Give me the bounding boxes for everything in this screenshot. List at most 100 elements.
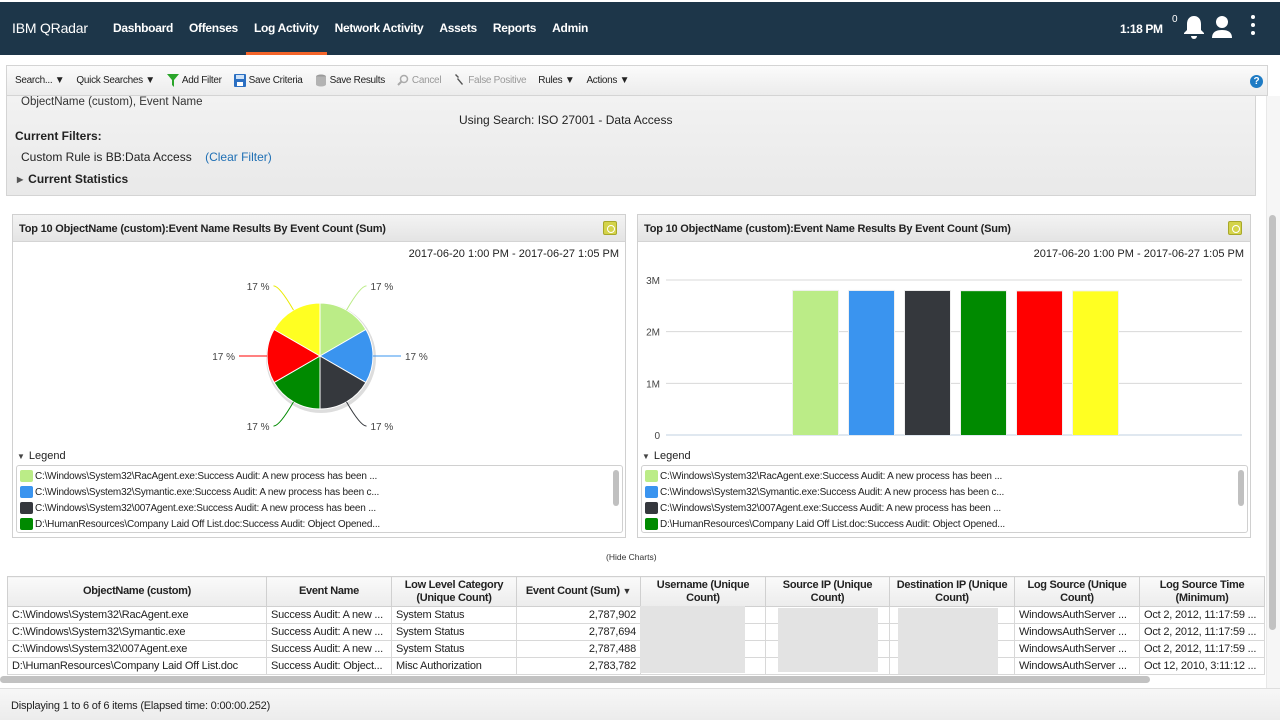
legend-scrollbar[interactable]: [1238, 470, 1244, 506]
bell-icon[interactable]: [1182, 14, 1206, 40]
nav-offenses[interactable]: Offenses: [181, 2, 246, 55]
table-cell: D:\HumanResources\Company Laid Off List.…: [7, 657, 267, 675]
database-icon: [315, 74, 326, 87]
legend-item[interactable]: D:\HumanResources\Company Laid Off List.…: [645, 516, 1244, 532]
table-cell: Oct 2, 2012, 11:17:59 ...: [1139, 640, 1265, 658]
results-table: ObjectName (custom) Event Name Low Level…: [7, 576, 1265, 675]
column-header[interactable]: ObjectName (custom): [7, 576, 267, 607]
current-statistics-toggle[interactable]: ▶ Current Statistics: [17, 172, 128, 186]
legend-swatch: [645, 486, 658, 498]
clear-filter-link[interactable]: (Clear Filter): [205, 150, 272, 164]
y-tick-label: 2M: [646, 328, 660, 339]
table-cell: WindowsAuthServer ...: [1014, 640, 1140, 658]
legend-item[interactable]: C:\Windows\System32\RacAgent.exe:Success…: [645, 468, 1244, 484]
column-header-sorted[interactable]: Event Count (Sum) ▼: [516, 576, 641, 607]
top-nav-bar: IBM QRadar Dashboard Offenses Log Activi…: [0, 0, 1280, 55]
legend-item[interactable]: C:\Windows\System32\RacAgent.exe:Success…: [20, 468, 619, 484]
column-header[interactable]: Username (Unique Count): [640, 576, 766, 607]
table-cell: WindowsAuthServer ...: [1014, 606, 1140, 624]
group-by-columns: ObjectName (custom), Event Name: [21, 96, 203, 108]
bar[interactable]: [849, 290, 894, 435]
table-cell: Success Audit: A new ...: [266, 623, 392, 641]
table-row[interactable]: C:\Windows\System32\007Agent.exe Success …: [7, 640, 1265, 658]
nav-log-activity[interactable]: Log Activity: [245, 2, 327, 55]
false-positive-button[interactable]: False Positive: [453, 74, 527, 87]
bar[interactable]: [905, 290, 950, 435]
bar[interactable]: [961, 291, 1006, 435]
user-icon[interactable]: [1211, 14, 1233, 40]
current-filter: Custom Rule is BB:Data Access (Clear Fil…: [21, 150, 272, 164]
nav-reports[interactable]: Reports: [485, 2, 544, 55]
bar[interactable]: [793, 290, 838, 435]
table-row[interactable]: D:\HumanResources\Company Laid Off List.…: [7, 657, 1265, 675]
legend-item[interactable]: C:\Windows\System32\007Agent.exe:Success…: [645, 500, 1244, 516]
bar[interactable]: [1017, 291, 1062, 435]
redacted-destination-ip-area: [898, 608, 998, 674]
y-tick-label: 3M: [646, 276, 660, 287]
legend-swatch: [645, 518, 658, 530]
y-tick-label: 0: [654, 431, 660, 442]
column-header[interactable]: Low Level Category (Unique Count): [391, 576, 517, 607]
search-menu[interactable]: Search... ▼: [15, 75, 65, 86]
nav-assets[interactable]: Assets: [431, 2, 485, 55]
legend-scrollbar[interactable]: [613, 470, 619, 506]
legend-toggle[interactable]: ▼ Legend: [17, 450, 66, 462]
legend-text: C:\Windows\System32\Symantic.exe:Success…: [660, 486, 1005, 498]
vertical-scrollbar[interactable]: [1269, 215, 1276, 630]
add-filter-button[interactable]: Add Filter: [166, 74, 222, 87]
bar[interactable]: [1073, 291, 1118, 435]
cancel-button[interactable]: Cancel: [397, 74, 442, 87]
horizontal-scrollbar[interactable]: [0, 676, 1150, 683]
pie-data-label: 17 %: [371, 422, 394, 433]
quick-searches-menu[interactable]: Quick Searches ▼: [76, 75, 155, 86]
pie-data-label: 17 %: [212, 352, 235, 363]
table-cell: 2,783,782: [516, 657, 641, 675]
table-cell: C:\Windows\System32\007Agent.exe: [7, 640, 267, 658]
collapse-triangle-icon: ▼: [642, 452, 650, 461]
table-cell: 2,787,694: [516, 623, 641, 641]
pie-data-label: 17 %: [371, 282, 394, 293]
hide-charts-link[interactable]: (Hide Charts): [606, 552, 657, 562]
more-menu-icon[interactable]: [1250, 15, 1256, 39]
table-cell: System Status: [391, 640, 517, 658]
table-cell: WindowsAuthServer ...: [1014, 657, 1140, 675]
product-logo[interactable]: IBM QRadar: [12, 20, 88, 36]
legend-item[interactable]: D:\HumanResources\Company Laid Off List.…: [20, 516, 619, 532]
nav-network-activity[interactable]: Network Activity: [327, 2, 432, 55]
legend-label: Legend: [28, 450, 66, 462]
legend-item[interactable]: C:\Windows\System32\Symantic.exe:Success…: [645, 484, 1244, 500]
pie-chart: 17 % 17 % 17 % 17 % 17 % 17 %: [212, 282, 428, 433]
table-cell: System Status: [391, 606, 517, 624]
pie-data-label: 17 %: [247, 282, 270, 293]
help-icon[interactable]: ?: [1250, 75, 1263, 88]
table-row[interactable]: C:\Windows\System32\Symantic.exe Success …: [7, 623, 1265, 641]
expand-triangle-icon: ▶: [17, 175, 24, 184]
table-row[interactable]: C:\Windows\System32\RacAgent.exe Success …: [7, 606, 1265, 624]
column-header[interactable]: Log Source Time (Minimum): [1139, 576, 1265, 607]
rules-menu[interactable]: Rules ▼: [538, 75, 574, 86]
clock: 1:18 PM: [1120, 22, 1163, 36]
table-cell: Oct 2, 2012, 11:17:59 ...: [1139, 606, 1265, 624]
actions-menu[interactable]: Actions ▼: [586, 75, 629, 86]
nav-dashboard[interactable]: Dashboard: [113, 2, 181, 55]
table-cell: C:\Windows\System32\Symantic.exe: [7, 623, 267, 641]
save-criteria-button[interactable]: Save Criteria: [233, 74, 303, 87]
current-filters-heading: Current Filters:: [15, 129, 102, 143]
legend-text: C:\Windows\System32\007Agent.exe:Success…: [660, 502, 1001, 514]
legend-item[interactable]: C:\Windows\System32\Symantic.exe:Success…: [20, 484, 619, 500]
legend-toggle[interactable]: ▼ Legend: [642, 450, 691, 462]
legend-item[interactable]: C:\Windows\System32\007Agent.exe:Success…: [20, 500, 619, 516]
column-header[interactable]: Log Source (Unique Count): [1014, 576, 1140, 607]
nav-admin[interactable]: Admin: [544, 2, 596, 55]
column-header[interactable]: Source IP (Unique Count): [765, 576, 890, 607]
chart-settings-icon[interactable]: [1228, 221, 1242, 235]
chart-settings-icon[interactable]: [603, 221, 617, 235]
main-nav: Dashboard Offenses Log Activity Network …: [113, 2, 596, 55]
chart-header: Top 10 ObjectName (custom):Event Name Re…: [13, 215, 625, 242]
sort-descending-icon: ▼: [622, 586, 632, 596]
column-header[interactable]: Destination IP (Unique Count): [889, 576, 1015, 607]
save-results-button[interactable]: Save Results: [315, 74, 385, 87]
save-results-label: Save Results: [329, 75, 386, 86]
false-positive-label: False Positive: [468, 75, 527, 86]
column-header[interactable]: Event Name: [266, 576, 392, 607]
